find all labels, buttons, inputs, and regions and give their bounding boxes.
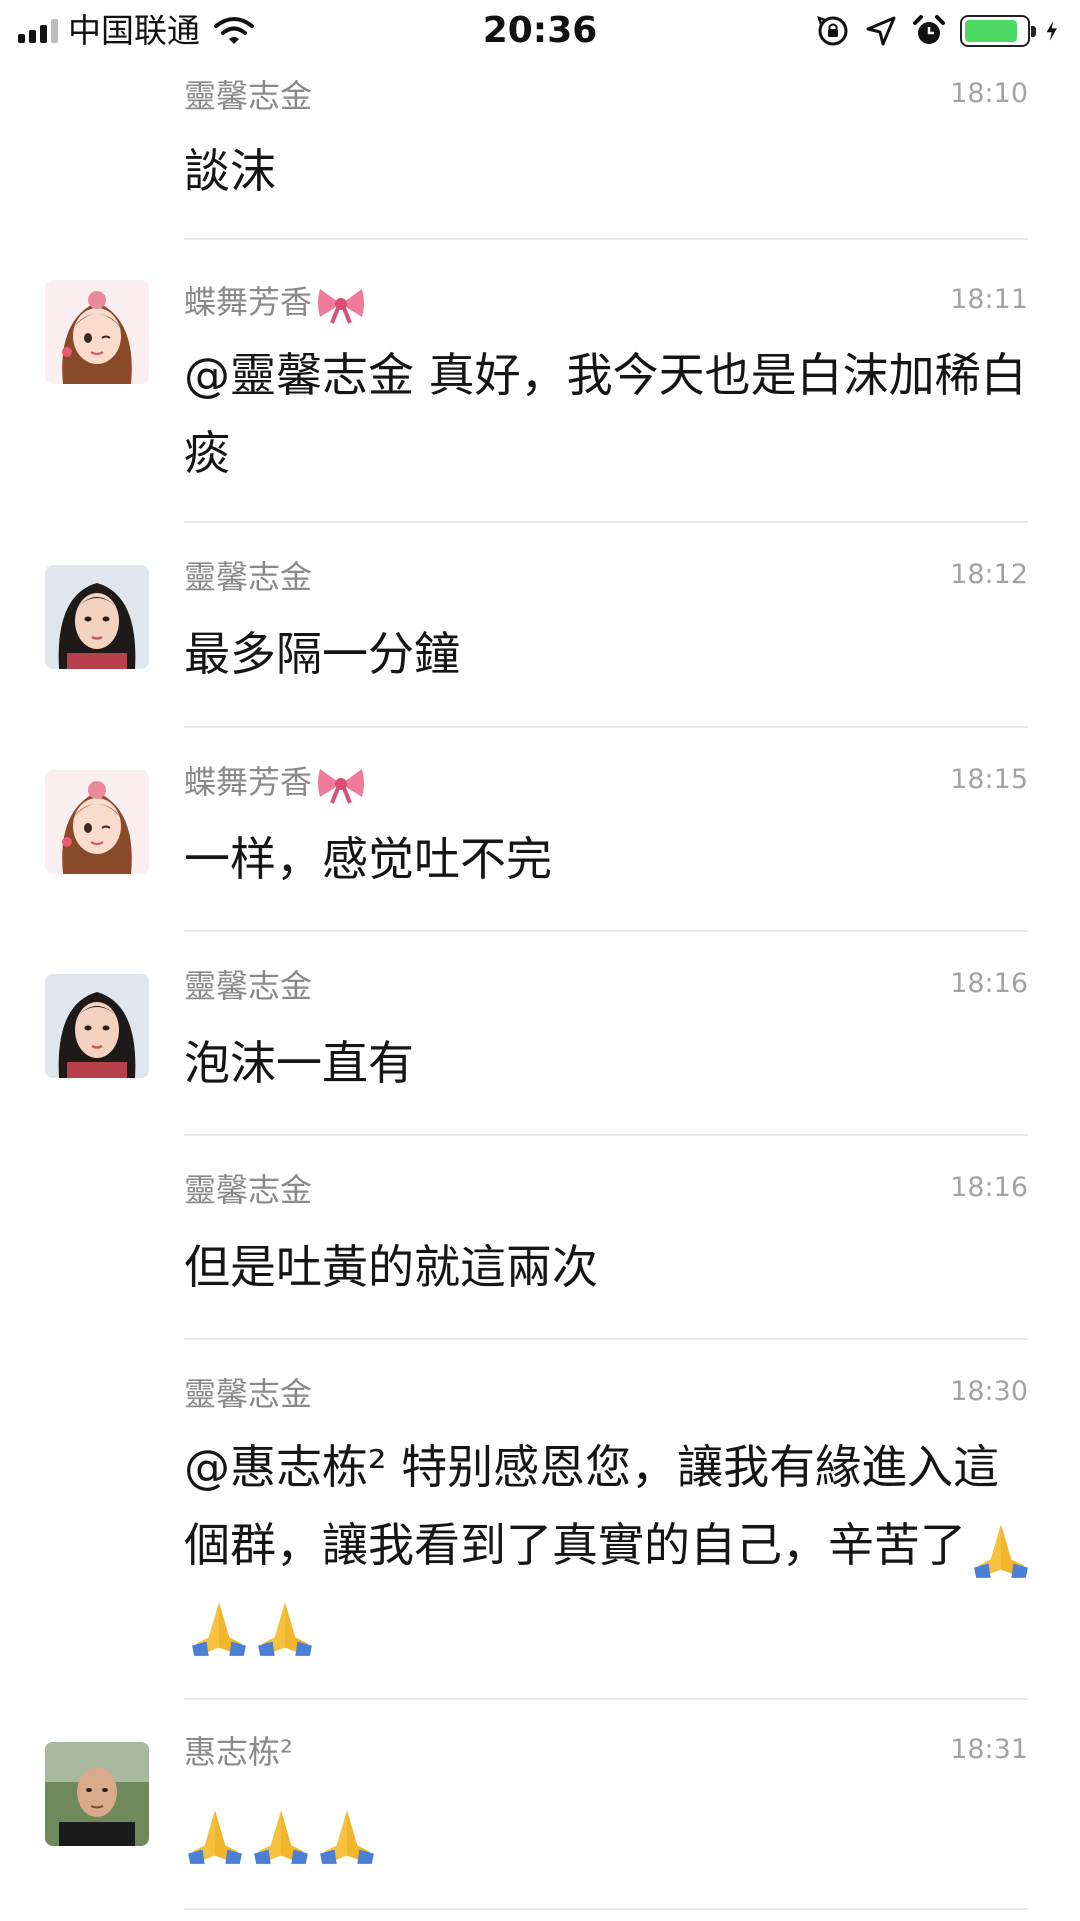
message-time: 18:12 <box>950 559 1028 590</box>
avatar[interactable] <box>45 974 149 1078</box>
status-bar: 中国联通 20:36 <box>0 0 1080 62</box>
chat-message[interactable]: 惠志栋² 18:31 <box>0 1700 1080 1910</box>
message-text: 談沫 <box>184 144 276 198</box>
message-time: 18:16 <box>950 968 1028 999</box>
folded-hands-icon <box>974 1523 1028 1578</box>
chat-message[interactable]: 靈馨志金 18:10 談沫 <box>0 62 1080 240</box>
sender-name: 靈馨志金 <box>184 967 313 1005</box>
message-time: 18:15 <box>950 764 1028 795</box>
chat-message[interactable]: 靈馨志金 18:12 最多隔一分鐘 <box>0 523 1080 728</box>
chat-message-list[interactable]: 靈馨志金 18:10 談沫 蝶舞芳香 18:11 @靈馨志金 真好，我今天也是白… <box>0 62 1080 1910</box>
charging-bolt-icon <box>1046 21 1057 41</box>
message-text: 但是吐黃的就這兩次 <box>184 1240 598 1294</box>
alarm-icon <box>913 15 945 44</box>
message-time: 18:10 <box>950 78 1028 109</box>
avatar[interactable] <box>45 280 149 384</box>
avatar[interactable] <box>45 770 149 874</box>
ribbon-bow-icon <box>318 769 365 804</box>
chat-message[interactable]: 蝶舞芳香 18:11 @靈馨志金 真好，我今天也是白沫加稀白痰 <box>0 240 1080 523</box>
message-text: 最多隔一分鐘 <box>184 627 460 681</box>
sender-name: 惠志栋² <box>184 1733 293 1771</box>
battery-icon <box>960 15 1036 47</box>
folded-hands-icon <box>188 1809 242 1864</box>
message-divider <box>184 1908 1028 1910</box>
chat-message[interactable]: 靈馨志金 18:30 @惠志栋² 特别感恩您，讓我有緣進入這個群，讓我看到了真實… <box>0 1340 1080 1700</box>
sender-name: 蝶舞芳香 <box>184 762 366 805</box>
sender-name: 靈馨志金 <box>184 1171 313 1209</box>
sender-name: 蝶舞芳香 <box>184 282 366 325</box>
avatar[interactable] <box>45 565 149 669</box>
chat-message[interactable]: 蝶舞芳香 18:15 一样，感觉吐不完 <box>0 728 1080 932</box>
folded-hands-icon <box>254 1809 308 1864</box>
message-text: @惠志栋² 特别感恩您，讓我有緣進入這個群，讓我看到了真實的自己，辛苦了 <box>184 1428 1034 1662</box>
message-text: @靈馨志金 真好，我今天也是白沫加稀白痰 <box>184 348 1027 480</box>
sender-name: 靈馨志金 <box>184 77 313 115</box>
message-text <box>184 1792 1034 1870</box>
location-arrow-icon <box>866 16 896 46</box>
sender-name: 靈馨志金 <box>184 558 313 596</box>
status-right <box>816 10 1066 52</box>
message-time: 18:30 <box>950 1376 1028 1407</box>
message-time: 18:16 <box>950 1172 1028 1203</box>
folded-hands-icon <box>192 1601 246 1656</box>
rotation-lock-icon <box>817 16 848 46</box>
message-time: 18:11 <box>950 284 1028 315</box>
folded-hands-icon <box>258 1601 312 1656</box>
ribbon-bow-icon <box>318 289 365 324</box>
message-text: 泡沫一直有 <box>184 1036 414 1090</box>
avatar[interactable] <box>45 1742 149 1846</box>
message-time: 18:31 <box>950 1734 1028 1765</box>
chat-message[interactable]: 靈馨志金 18:16 但是吐黃的就這兩次 <box>0 1136 1080 1340</box>
sender-name: 靈馨志金 <box>184 1375 313 1413</box>
chat-message[interactable]: 靈馨志金 18:16 泡沫一直有 <box>0 932 1080 1136</box>
folded-hands-emoji-group <box>184 1804 378 1864</box>
folded-hands-icon <box>320 1809 374 1864</box>
message-text: 一样，感觉吐不完 <box>184 832 552 886</box>
